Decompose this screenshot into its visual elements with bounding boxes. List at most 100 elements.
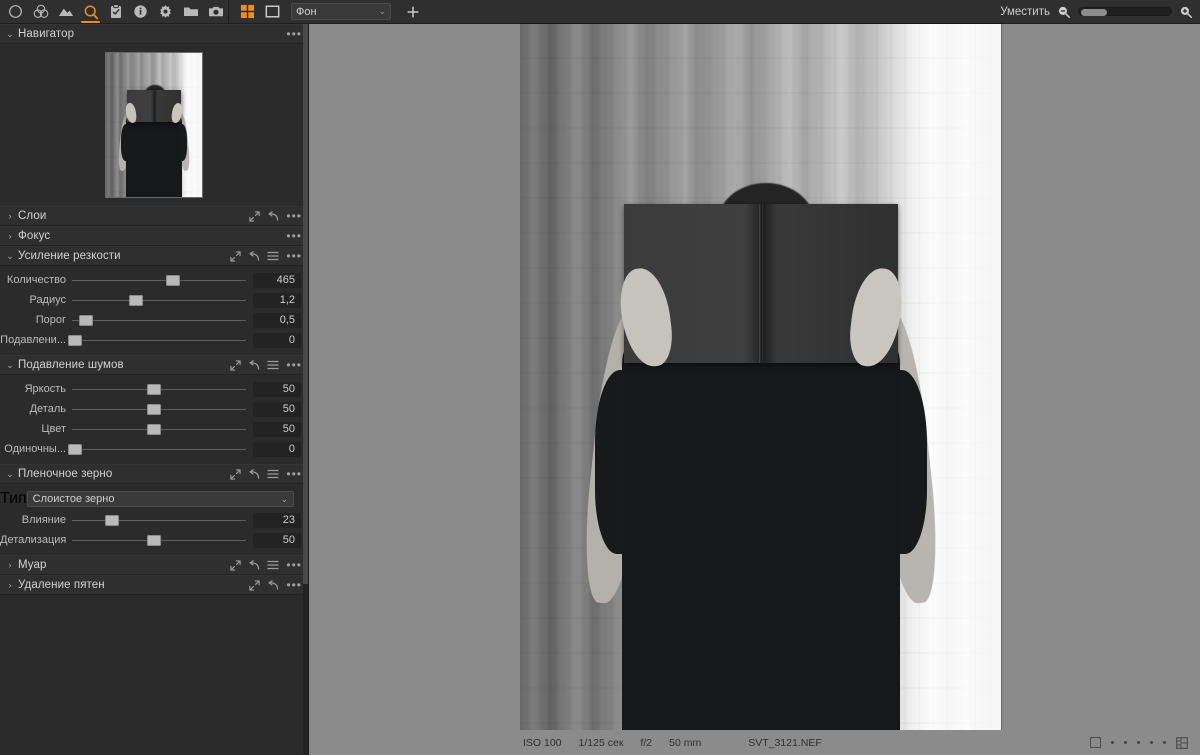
pager-dot[interactable] bbox=[1163, 741, 1166, 744]
slider-halo-suppression[interactable] bbox=[68, 330, 246, 350]
section-tools-noise-reduction: ••• bbox=[230, 359, 302, 371]
slider-value[interactable]: 23 bbox=[253, 512, 301, 528]
single-page-icon[interactable] bbox=[1090, 737, 1101, 748]
landscape-icon[interactable] bbox=[53, 0, 78, 23]
add-layer-icon[interactable] bbox=[406, 5, 420, 19]
zoom-slider[interactable] bbox=[1078, 7, 1172, 16]
ellipsis-icon[interactable]: ••• bbox=[286, 579, 302, 591]
ellipsis-icon[interactable]: ••• bbox=[286, 230, 302, 242]
expand-icon[interactable] bbox=[230, 559, 242, 571]
reset-icon[interactable] bbox=[267, 210, 279, 222]
pager-dot[interactable] bbox=[1111, 741, 1114, 744]
ellipsis-icon[interactable]: ••• bbox=[286, 28, 302, 40]
slider-detail[interactable] bbox=[72, 399, 246, 419]
slider-value[interactable]: 0 bbox=[253, 441, 301, 457]
left-panel-scrollbar[interactable] bbox=[303, 24, 308, 755]
expand-icon[interactable] bbox=[230, 250, 242, 262]
magnifier-detail-icon[interactable] bbox=[78, 0, 103, 23]
slider-granularity[interactable] bbox=[72, 530, 246, 550]
zoom-in-icon[interactable] bbox=[1179, 5, 1193, 19]
slider-amount[interactable] bbox=[72, 270, 246, 290]
zoom-out-icon[interactable] bbox=[1057, 5, 1071, 19]
expand-icon[interactable] bbox=[230, 468, 242, 480]
ellipsis-icon[interactable]: ••• bbox=[286, 559, 302, 571]
slider-single-pixel[interactable] bbox=[68, 439, 246, 459]
slider-threshold[interactable] bbox=[72, 310, 246, 330]
navigator-body[interactable] bbox=[0, 44, 308, 206]
slider-impact[interactable] bbox=[72, 510, 246, 530]
image-canvas[interactable] bbox=[521, 24, 1001, 731]
left-panel-scrollbar-thumb[interactable] bbox=[303, 24, 308, 584]
slider-value[interactable]: 0,5 bbox=[253, 312, 301, 328]
circle-tool-icon[interactable] bbox=[3, 0, 28, 23]
slider-value[interactable]: 0 bbox=[253, 332, 301, 348]
chevron-right-icon[interactable]: › bbox=[4, 211, 16, 221]
grid-page-icon[interactable] bbox=[1176, 736, 1188, 749]
section-header-film-grain[interactable]: ⌄ Пленочное зерно ••• bbox=[0, 464, 308, 484]
gear-icon[interactable] bbox=[153, 0, 178, 23]
zoom-slider-knob[interactable] bbox=[1081, 9, 1107, 16]
section-title-layers: Слои bbox=[18, 210, 47, 222]
section-header-spot-removal[interactable]: › Удаление пятен ••• bbox=[0, 575, 308, 595]
section-header-focus[interactable]: › Фокус ••• bbox=[0, 226, 308, 246]
navigator-thumbnail[interactable] bbox=[105, 52, 203, 198]
slider-color[interactable] bbox=[72, 419, 246, 439]
expand-icon[interactable] bbox=[249, 210, 261, 222]
section-header-moire[interactable]: › Муар ••• bbox=[0, 555, 308, 575]
ellipsis-icon[interactable]: ••• bbox=[286, 250, 302, 262]
section-header-noise-reduction[interactable]: ⌄ Подавление шумов ••• bbox=[0, 355, 308, 375]
menu-icon[interactable] bbox=[267, 360, 279, 370]
chevron-down-icon[interactable]: ⌄ bbox=[4, 29, 16, 40]
slider-luminance[interactable] bbox=[72, 379, 246, 399]
camera-icon[interactable] bbox=[203, 0, 228, 23]
menu-icon[interactable] bbox=[267, 560, 279, 570]
slider-value[interactable]: 50 bbox=[253, 532, 301, 548]
chevron-down-icon: ⌄ bbox=[378, 6, 386, 16]
ellipsis-icon[interactable]: ••• bbox=[286, 468, 302, 480]
chevron-right-icon[interactable]: › bbox=[4, 560, 16, 570]
ellipsis-icon[interactable]: ••• bbox=[286, 210, 302, 222]
zoom-fit-label[interactable]: Уместить bbox=[1000, 6, 1050, 18]
reset-icon[interactable] bbox=[248, 250, 260, 262]
chevron-right-icon[interactable]: › bbox=[4, 580, 16, 590]
pager-dot[interactable] bbox=[1137, 741, 1140, 744]
layer-select-value: Фон bbox=[296, 5, 317, 18]
folder-icon[interactable] bbox=[178, 0, 203, 23]
reset-icon[interactable] bbox=[248, 468, 260, 480]
expand-icon[interactable] bbox=[230, 359, 242, 371]
expand-icon[interactable] bbox=[249, 579, 261, 591]
slider-radius[interactable] bbox=[72, 290, 246, 310]
section-title-noise-reduction: Подавление шумов bbox=[18, 359, 124, 371]
section-title-moire: Муар bbox=[18, 559, 47, 571]
menu-icon[interactable] bbox=[267, 469, 279, 479]
chevron-down-icon[interactable]: ⌄ bbox=[4, 360, 16, 371]
slider-value[interactable]: 50 bbox=[253, 401, 301, 417]
main-photo[interactable] bbox=[521, 24, 1001, 731]
chevron-right-icon[interactable]: › bbox=[4, 231, 16, 241]
clipboard-icon[interactable] bbox=[103, 0, 128, 23]
slider-value[interactable]: 465 bbox=[253, 272, 301, 288]
slider-value[interactable]: 50 bbox=[253, 421, 301, 437]
reset-icon[interactable] bbox=[267, 579, 279, 591]
grain-type-select[interactable]: Слоистое зерно ⌄ bbox=[26, 491, 294, 507]
section-header-layers[interactable]: › Слои ••• bbox=[0, 206, 308, 226]
layer-select[interactable]: Фон ⌄ bbox=[291, 3, 391, 20]
section-title-film-grain: Пленочное зерно bbox=[18, 468, 113, 480]
pager-dot[interactable] bbox=[1150, 741, 1153, 744]
section-header-sharpening[interactable]: ⌄ Усиление резкости ••• bbox=[0, 246, 308, 266]
slider-value[interactable]: 50 bbox=[253, 381, 301, 397]
color-wheel-icon[interactable] bbox=[28, 0, 53, 23]
pager-dot[interactable] bbox=[1124, 741, 1127, 744]
ellipsis-icon[interactable]: ••• bbox=[286, 359, 302, 371]
section-header-navigator[interactable]: ⌄ Навигатор ••• bbox=[0, 24, 308, 44]
chevron-down-icon[interactable]: ⌄ bbox=[4, 251, 16, 262]
menu-icon[interactable] bbox=[267, 251, 279, 261]
reset-icon[interactable] bbox=[248, 559, 260, 571]
image-viewer[interactable]: ISO 100 1/125 сек f/2 50 mm SVT_3121.NEF bbox=[309, 24, 1200, 755]
grid-view-icon[interactable] bbox=[237, 3, 257, 21]
reset-icon[interactable] bbox=[248, 359, 260, 371]
slider-value[interactable]: 1,2 bbox=[253, 292, 301, 308]
info-icon[interactable] bbox=[128, 0, 153, 23]
chevron-down-icon[interactable]: ⌄ bbox=[4, 469, 16, 480]
single-view-icon[interactable] bbox=[262, 3, 282, 21]
